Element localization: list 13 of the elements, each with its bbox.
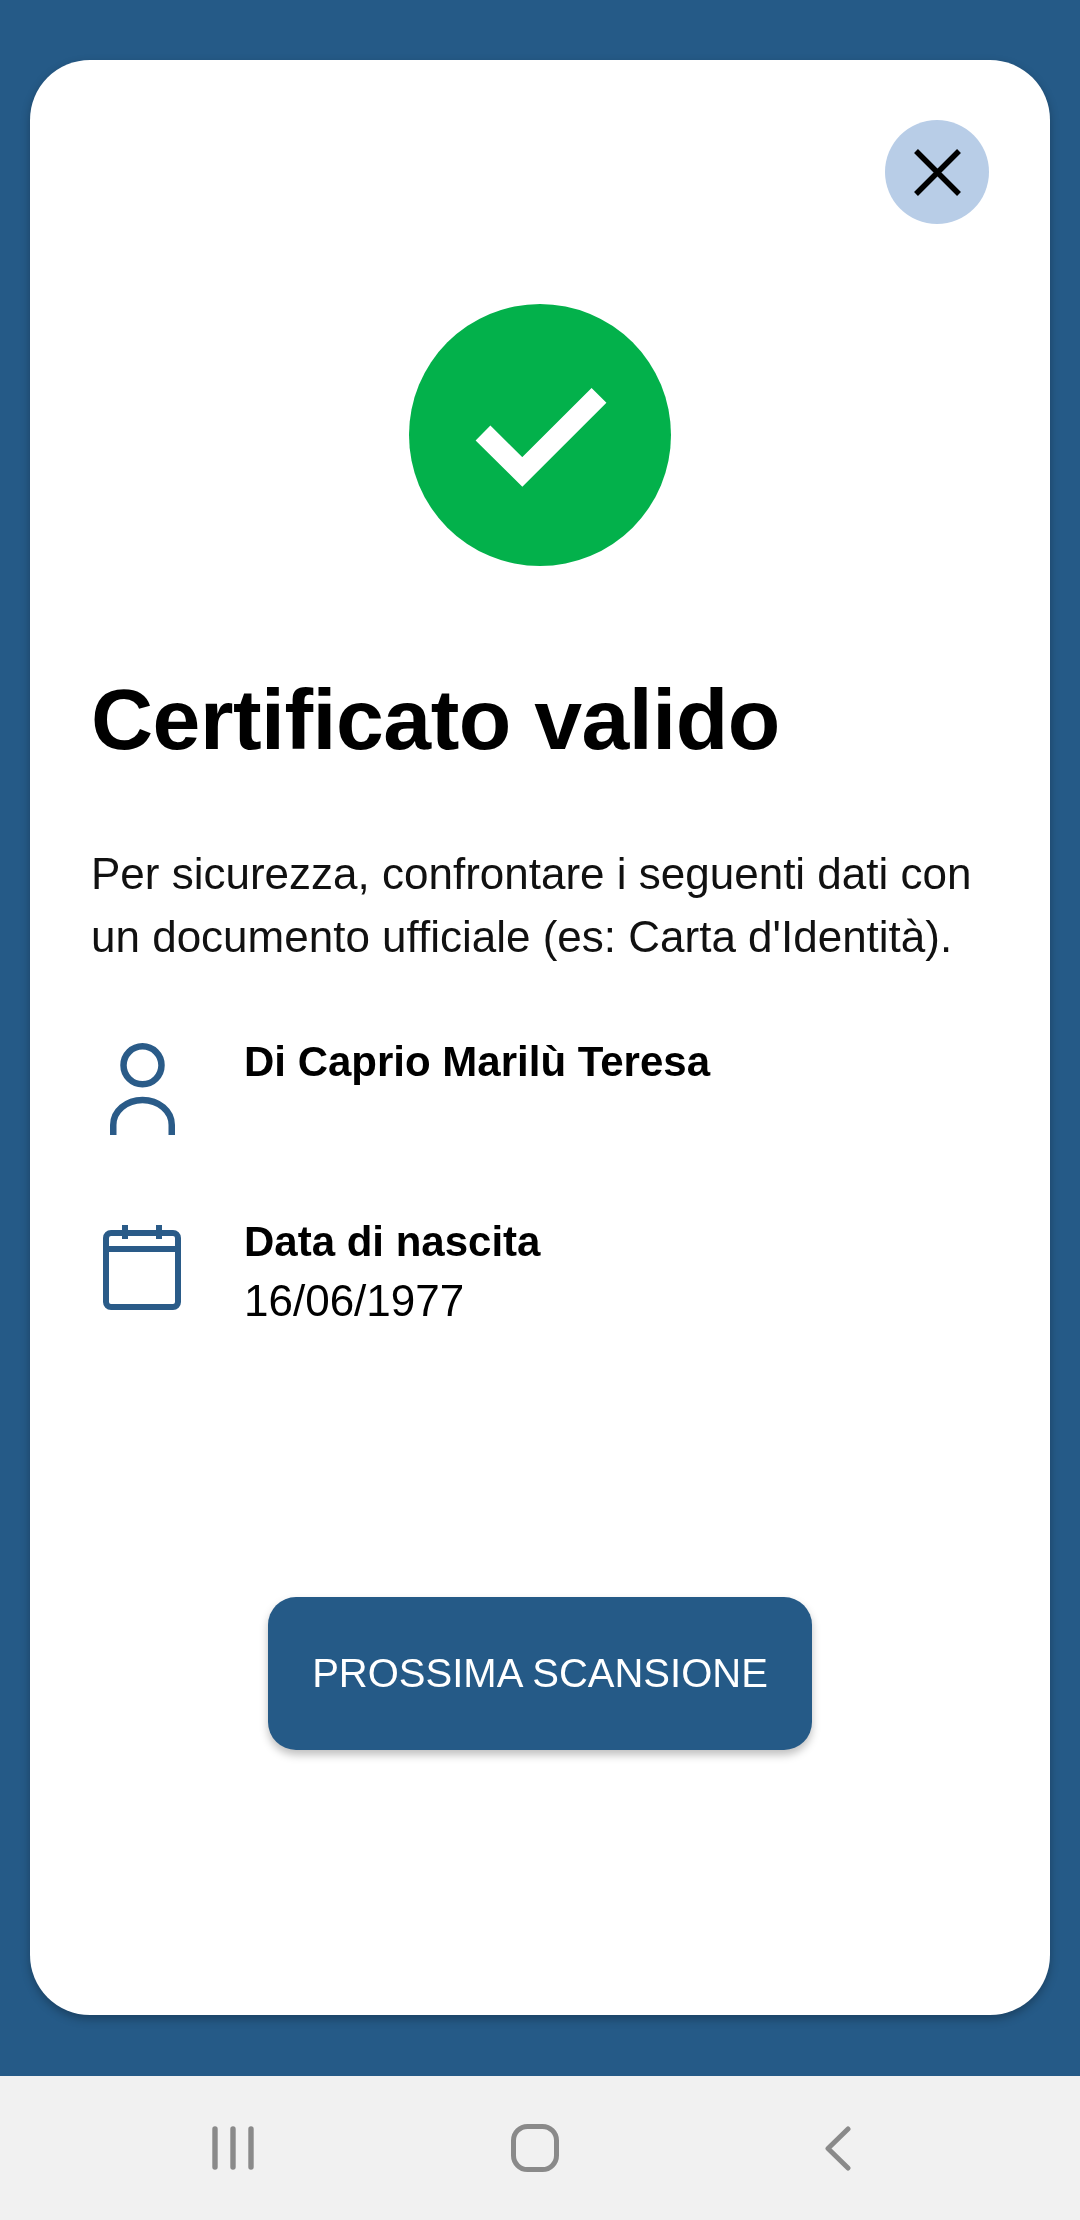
field-label: Data di nascita [244, 1216, 541, 1267]
close-icon [913, 148, 961, 196]
recents-icon[interactable] [212, 2126, 254, 2170]
check-circle-icon [409, 304, 671, 566]
calendar-icon [103, 1224, 181, 1310]
back-icon[interactable] [823, 2125, 851, 2171]
next-scan-button[interactable]: PROSSIMA SCANSIONE [268, 1596, 812, 1750]
field-value: 16/06/1977 [244, 1274, 466, 1327]
result-title: Certificato valido [91, 670, 781, 769]
instruction-text: Per sicurezza, confrontare i seguenti dati con un documento ufficiale (es: Carta d'Identità). [91, 847, 973, 963]
person-icon [109, 1042, 175, 1135]
home-icon[interactable] [511, 2124, 559, 2172]
holder-name: Di Caprio Marilù Teresa [244, 1036, 711, 1087]
